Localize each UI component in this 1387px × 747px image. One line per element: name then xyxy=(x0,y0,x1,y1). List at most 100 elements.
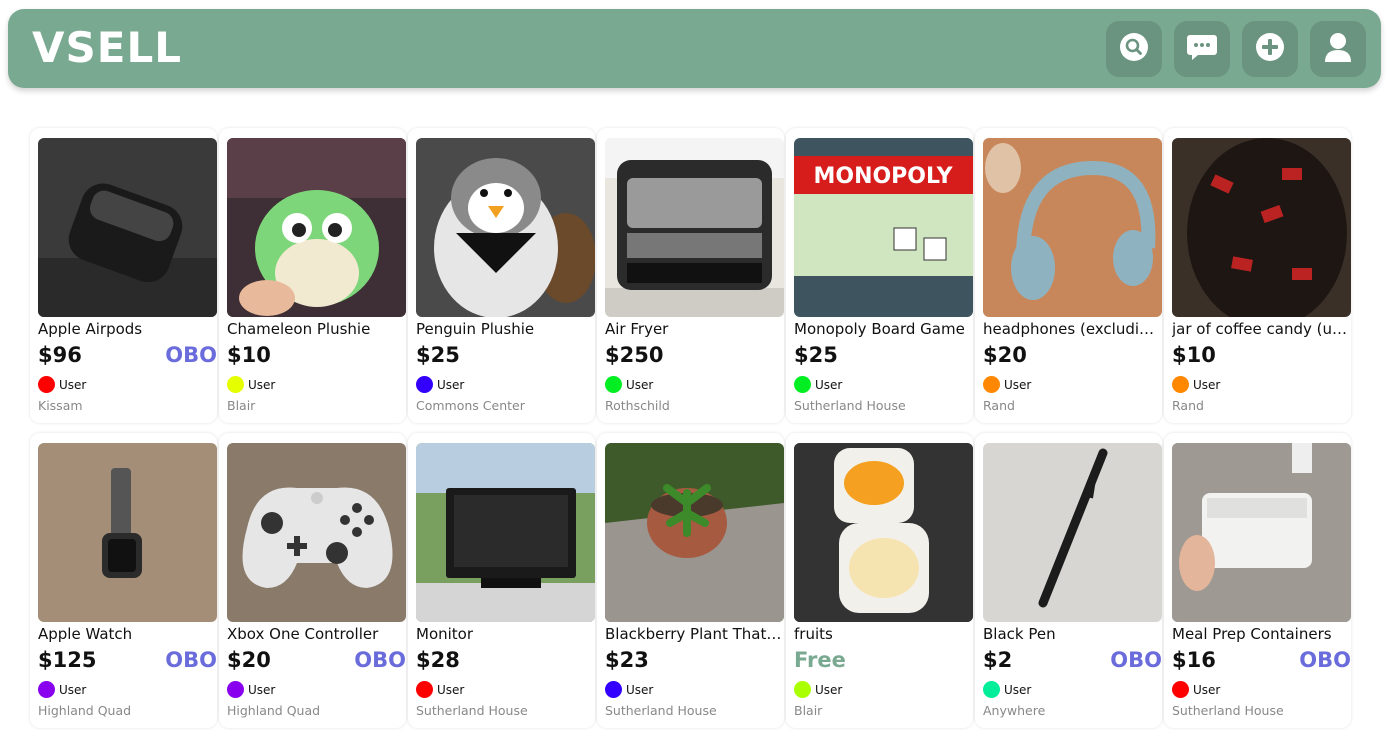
listing-title[interactable]: Blackberry Plant That Grows xyxy=(605,625,785,643)
listing-image[interactable] xyxy=(416,138,595,317)
listing-card[interactable]: Apple Watch $125 OBO User Highland Quad xyxy=(30,433,217,728)
listing-image[interactable] xyxy=(983,138,1162,317)
listing-title[interactable]: jar of coffee candy (unopened) xyxy=(1172,320,1352,338)
seller-name[interactable]: User xyxy=(437,378,464,392)
seller-name[interactable]: User xyxy=(1004,378,1031,392)
listing-title[interactable]: Apple Airpods xyxy=(38,320,218,338)
listing-location: Sutherland House xyxy=(416,703,528,718)
listing-card[interactable]: MONOPOLY Monopoly Board Game $25 User Suther… xyxy=(786,128,973,423)
seller-name[interactable]: User xyxy=(437,683,464,697)
listing-title[interactable]: Meal Prep Containers xyxy=(1172,625,1352,643)
listing-location: Rand xyxy=(983,398,1015,413)
listing-price: Free xyxy=(794,648,846,672)
user-avatar-dot xyxy=(794,376,811,393)
listing-card[interactable]: headphones (excluding charger) $20 User Ran… xyxy=(975,128,1163,423)
listing-title[interactable]: Xbox One Controller xyxy=(227,625,407,643)
listing-image[interactable]: MONOPOLY xyxy=(794,138,973,317)
seller-name[interactable]: User xyxy=(1193,683,1220,697)
profile-icon xyxy=(1323,31,1353,67)
listing-price: $2 xyxy=(983,648,1013,672)
listing-price: $10 xyxy=(1172,343,1216,367)
seller-name[interactable]: User xyxy=(626,378,653,392)
listing-price: $23 xyxy=(605,648,649,672)
listing-title[interactable]: Penguin Plushie xyxy=(416,320,596,338)
seller-name[interactable]: User xyxy=(59,378,86,392)
listing-price: $20 xyxy=(227,648,271,672)
listing-image[interactable] xyxy=(605,443,784,622)
listing-card[interactable]: Meal Prep Containers $16 OBO User Sutherland… xyxy=(1164,433,1351,728)
listing-card[interactable]: Chameleon Plushie $10 User Blair xyxy=(219,128,406,423)
listing-card[interactable]: Black Pen $2 OBO User Anywhere xyxy=(975,433,1162,728)
messages-button[interactable] xyxy=(1174,21,1230,77)
listing-card[interactable]: fruits Free User Blair xyxy=(786,433,973,728)
search-button[interactable] xyxy=(1106,21,1162,77)
listing-title[interactable]: Monitor xyxy=(416,625,596,643)
listing-image[interactable] xyxy=(38,138,217,317)
listing-card[interactable]: jar of coffee candy (unopened) $10 User Ran… xyxy=(1164,128,1352,423)
listing-title[interactable]: Chameleon Plushie xyxy=(227,320,407,338)
listing-title[interactable]: Black Pen xyxy=(983,625,1163,643)
listing-card[interactable]: Air Fryer $250 User Rothschild xyxy=(597,128,784,423)
listing-title[interactable]: fruits xyxy=(794,625,974,643)
add-listing-button[interactable] xyxy=(1242,21,1298,77)
listing-image[interactable] xyxy=(416,443,595,622)
listing-location: Kissam xyxy=(38,398,83,413)
listing-price: $16 xyxy=(1172,648,1216,672)
listing-image[interactable] xyxy=(1172,138,1351,317)
add-listing-icon xyxy=(1255,32,1285,66)
listing-location: Blair xyxy=(794,703,823,718)
user-avatar-dot xyxy=(1172,681,1189,698)
listing-title[interactable]: Air Fryer xyxy=(605,320,785,338)
search-icon xyxy=(1119,32,1149,66)
listing-card[interactable]: Apple Airpods $96 OBO User Kissam xyxy=(30,128,217,423)
listing-image[interactable] xyxy=(38,443,217,622)
listing-image[interactable] xyxy=(1172,443,1351,622)
top-nav-bar: VSELL xyxy=(8,9,1381,88)
listing-location: Sutherland House xyxy=(794,398,906,413)
obo-badge: OBO xyxy=(165,648,217,672)
listing-price: $125 xyxy=(38,648,97,672)
listing-location: Sutherland House xyxy=(1172,703,1284,718)
seller-name[interactable]: User xyxy=(1193,378,1220,392)
listing-price: $25 xyxy=(794,343,838,367)
obo-badge: OBO xyxy=(1110,648,1162,672)
listing-location: Sutherland House xyxy=(605,703,717,718)
seller-name[interactable]: User xyxy=(59,683,86,697)
listing-title[interactable]: Apple Watch xyxy=(38,625,218,643)
listing-card[interactable]: Blackberry Plant That Grows $23 User Suther… xyxy=(597,433,785,728)
user-avatar-dot xyxy=(983,681,1000,698)
listing-price: $25 xyxy=(416,343,460,367)
profile-button[interactable] xyxy=(1310,21,1366,77)
listing-card[interactable]: Xbox One Controller $20 OBO User Highland Qu… xyxy=(219,433,406,728)
listing-location: Anywhere xyxy=(983,703,1046,718)
listing-location: Commons Center xyxy=(416,398,525,413)
user-avatar-dot xyxy=(983,376,1000,393)
seller-name[interactable]: User xyxy=(626,683,653,697)
seller-name[interactable]: User xyxy=(248,683,275,697)
listing-title[interactable]: Monopoly Board Game xyxy=(794,320,974,338)
user-avatar-dot xyxy=(605,376,622,393)
obo-badge: OBO xyxy=(165,343,217,367)
seller-name[interactable]: User xyxy=(248,378,275,392)
app-logo[interactable]: VSELL xyxy=(32,23,182,72)
svg-text:MONOPOLY: MONOPOLY xyxy=(813,164,953,189)
listing-image[interactable] xyxy=(983,443,1162,622)
seller-name[interactable]: User xyxy=(1004,683,1031,697)
listing-card[interactable]: Penguin Plushie $25 User Commons Center xyxy=(408,128,595,423)
seller-name[interactable]: User xyxy=(815,683,842,697)
user-avatar-dot xyxy=(416,681,433,698)
listing-image[interactable] xyxy=(605,138,784,317)
listing-price: $96 xyxy=(38,343,82,367)
listing-price: $250 xyxy=(605,343,664,367)
obo-badge: OBO xyxy=(1299,648,1351,672)
listing-card[interactable]: Monitor $28 User Sutherland House xyxy=(408,433,595,728)
listing-image[interactable] xyxy=(227,138,406,317)
listing-image[interactable] xyxy=(794,443,973,622)
listing-location: Rand xyxy=(1172,398,1204,413)
user-avatar-dot xyxy=(794,681,811,698)
seller-name[interactable]: User xyxy=(815,378,842,392)
listing-title[interactable]: headphones (excluding charger) xyxy=(983,320,1163,338)
listing-image[interactable] xyxy=(227,443,406,622)
user-avatar-dot xyxy=(227,681,244,698)
obo-badge: OBO xyxy=(354,648,406,672)
